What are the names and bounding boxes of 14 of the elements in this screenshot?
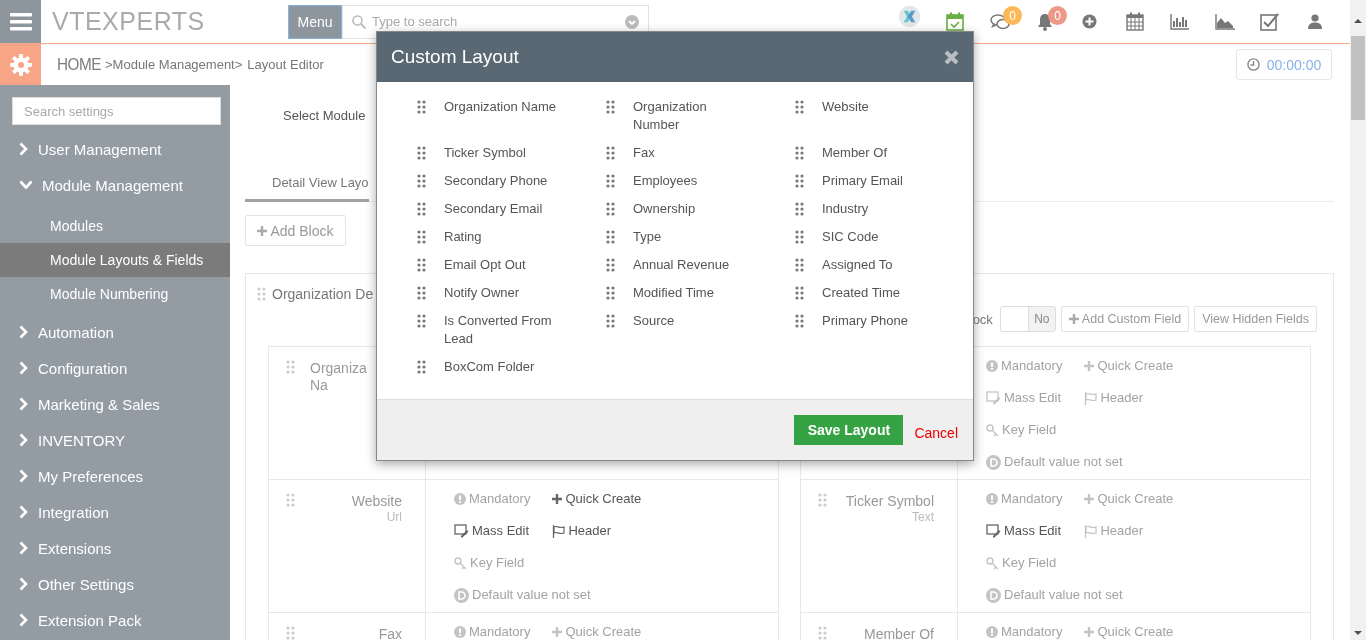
count-badge: 0 xyxy=(1003,6,1022,25)
dialog-title: Custom Layout xyxy=(391,46,520,68)
field-type: Text xyxy=(911,510,934,525)
count-badge: 0 xyxy=(1048,6,1067,25)
field-label: Select Module xyxy=(283,107,366,123)
field-type: Url xyxy=(385,510,402,525)
field-label: Ticker Symbol xyxy=(844,493,934,510)
field-label: Na xyxy=(310,377,329,394)
field-label: Fax xyxy=(377,626,402,640)
field-label: Website xyxy=(350,493,402,510)
field-label: Organiza xyxy=(310,360,368,377)
field-label: Member Of xyxy=(863,626,934,640)
block-title: Organization De xyxy=(272,286,374,302)
breadcrumb-current: Layout Editor xyxy=(247,57,324,72)
